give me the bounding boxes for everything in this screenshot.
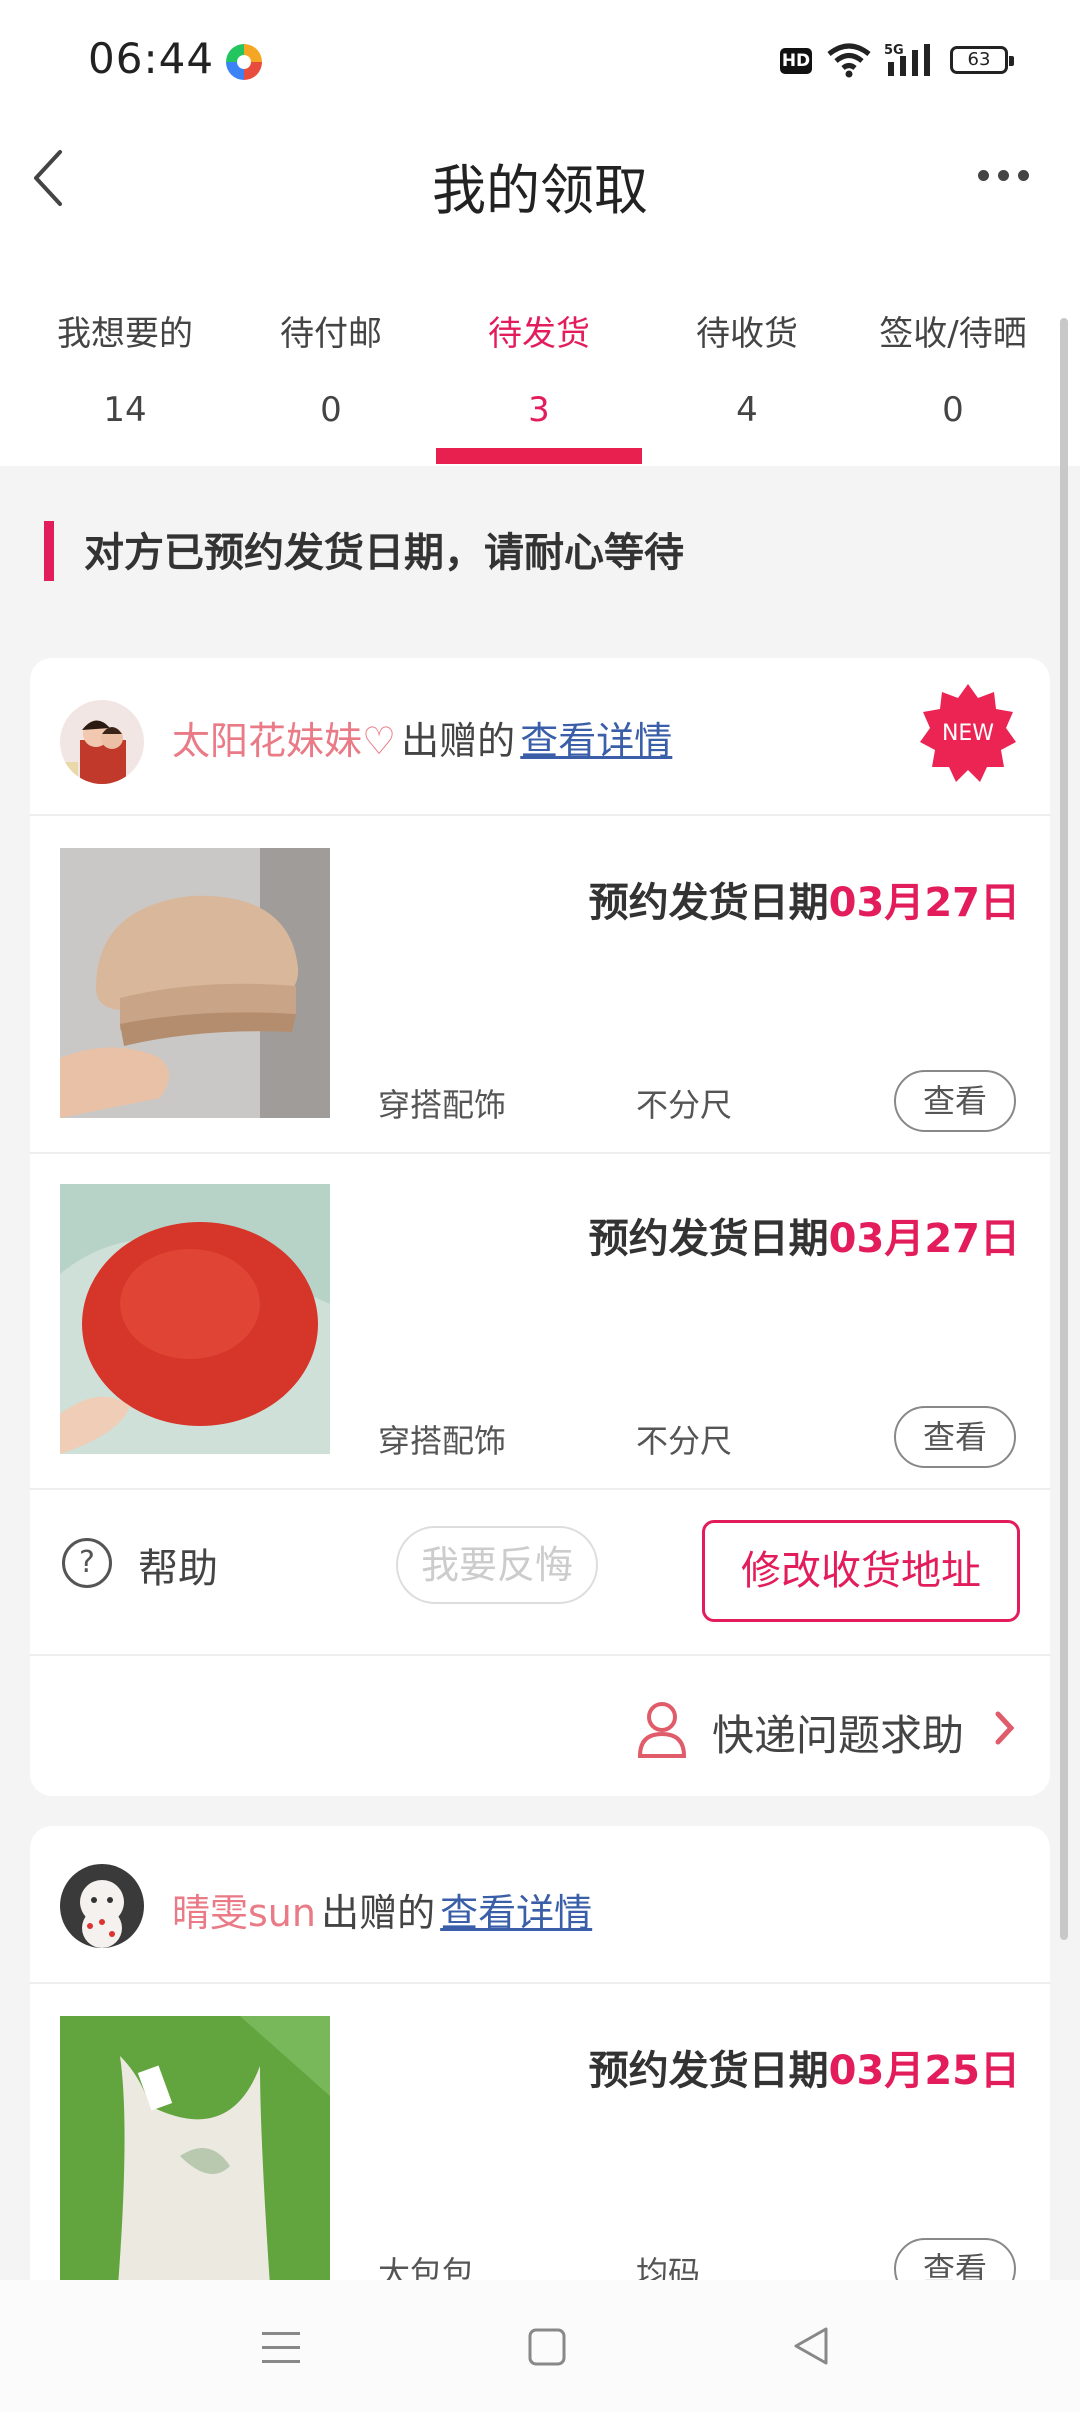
back-nav-icon[interactable] [792, 2326, 830, 2366]
item-category: 穿搭配饰 [378, 1086, 507, 1124]
tab-count: 0 [942, 390, 964, 430]
active-tab-indicator [436, 448, 642, 464]
divider [30, 1654, 1050, 1656]
seller-verb: 出赠的 [401, 719, 516, 763]
chevron-right-icon[interactable] [994, 1710, 1016, 1746]
seller-line: 太阳花妹妹♡ 出赠的 查看详情 [172, 710, 672, 765]
order-card: 太阳花妹妹♡ 出赠的 查看详情 NEW 预约发货日期03月27日 穿搭配饰 不分… [30, 658, 1050, 1796]
help-icon[interactable]: ? [62, 1538, 112, 1588]
home-icon[interactable] [528, 2328, 566, 2366]
tab-label: 签收/待晒 [879, 314, 1027, 354]
ship-date-value: 03月25日 [828, 2048, 1020, 2094]
tab-count: 4 [736, 390, 758, 430]
avatar[interactable] [60, 1864, 144, 1948]
item-size: 不分尺 [636, 1086, 733, 1124]
item-thumbnail[interactable] [60, 2016, 330, 2286]
ship-date-value: 03月27日 [828, 880, 1020, 926]
seller-name[interactable]: 太阳花妹妹♡ [172, 719, 396, 763]
wifi-icon [827, 43, 871, 78]
app-notification-icon [226, 44, 262, 80]
express-help-label[interactable]: 快递问题求助 [712, 1702, 964, 1763]
tab-label: 我想要的 [57, 314, 193, 354]
status-time: 06:44 [88, 34, 215, 83]
divider [30, 1152, 1050, 1154]
seller-name[interactable]: 晴雯sun [172, 1891, 316, 1935]
seller-verb: 出赠的 [321, 1891, 436, 1935]
tab-label: 待发货 [488, 314, 590, 354]
status-tabs: 我想要的 14 待付邮 0 待发货 3 待收货 4 签收/待晒 0 [0, 270, 1080, 466]
ship-date: 预约发货日期03月25日 [589, 2038, 1020, 2096]
seller-line: 晴雯sun 出赠的 查看详情 [172, 1882, 592, 1937]
ship-date-label: 预约发货日期 [588, 1216, 829, 1262]
scrollbar[interactable] [1060, 318, 1068, 1940]
divider [30, 814, 1050, 816]
view-details-link[interactable]: 查看详情 [520, 719, 672, 763]
tab-label: 待付邮 [280, 314, 382, 354]
tab-label: 待收货 [696, 314, 798, 354]
item-category: 穿搭配饰 [378, 1422, 507, 1460]
order-card: 晴雯sun 出赠的 查看详情 预约发货日期03月25日 大包包 均码 查看 [30, 1826, 1050, 2326]
view-details-link[interactable]: 查看详情 [440, 1891, 592, 1935]
system-nav-bar [0, 2280, 1080, 2412]
divider [30, 1488, 1050, 1490]
help-label[interactable]: 帮助 [138, 1536, 218, 1594]
ship-date: 预约发货日期03月27日 [589, 870, 1020, 928]
item-thumbnail[interactable] [60, 1184, 330, 1454]
new-badge: NEW [920, 684, 1016, 782]
tab-count: 14 [103, 390, 147, 430]
view-item-button[interactable]: 查看 [894, 1406, 1016, 1468]
notice-accent-bar [44, 521, 54, 581]
regret-button[interactable]: 我要反悔 [396, 1526, 598, 1604]
ship-date-label: 预约发货日期 [588, 2048, 829, 2094]
tab-count: 0 [320, 390, 342, 430]
ship-date-value: 03月27日 [828, 1216, 1020, 1262]
hd-icon: HD [780, 48, 812, 74]
divider [30, 1982, 1050, 1984]
signal-icon: 5G [884, 43, 930, 76]
item-size: 不分尺 [636, 1422, 733, 1460]
more-options-icon[interactable] [978, 170, 1038, 184]
tab-count: 3 [528, 390, 550, 430]
user-icon [637, 1702, 687, 1758]
view-item-button[interactable]: 查看 [894, 1070, 1016, 1132]
menu-icon[interactable] [262, 2330, 300, 2366]
page-title: 我的领取 [432, 159, 648, 222]
ship-date: 预约发货日期03月27日 [589, 1206, 1020, 1264]
svg-text:5G: 5G [884, 43, 904, 58]
modify-address-button[interactable]: 修改收货地址 [702, 1520, 1020, 1622]
new-badge-label: NEW [942, 721, 994, 746]
item-thumbnail[interactable] [60, 848, 330, 1118]
notice-text: 对方已预约发货日期，请耐心等待 [84, 530, 684, 576]
avatar[interactable] [60, 700, 144, 784]
battery-icon: 63 [950, 46, 1014, 74]
ship-date-label: 预约发货日期 [588, 880, 829, 926]
